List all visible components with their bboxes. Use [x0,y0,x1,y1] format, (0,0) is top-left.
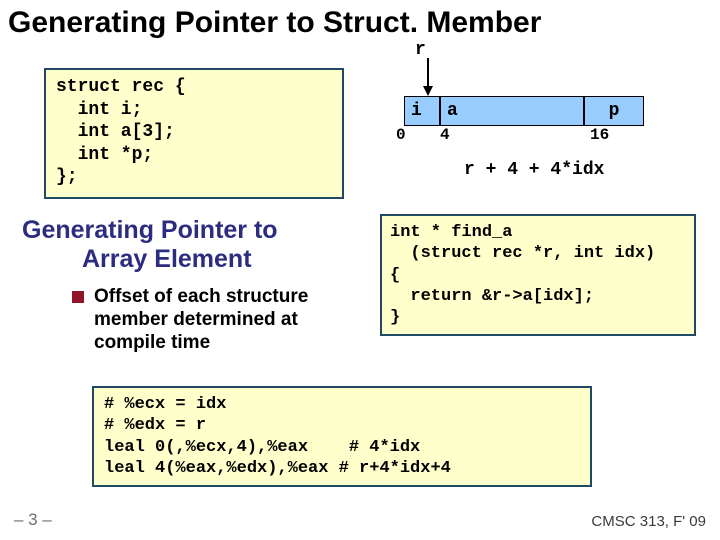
arrow-down-icon [421,58,435,98]
course-footer: CMSC 313, F' 09 [591,513,706,530]
assembly-code: # %ecx = idx # %edx = r leal 0(,%ecx,4),… [92,386,592,487]
offset-16: 16 [590,126,609,144]
subtitle-line1: Generating Pointer to [22,216,278,244]
struct-def-code: struct rec { int i; int a[3]; int *p; }; [44,68,344,199]
page-title: Generating Pointer to Struct. Member [0,0,720,40]
subtitle-line2: Array Element [22,245,352,274]
layout-cell-p: p [584,96,644,126]
offset-0: 0 [396,126,406,144]
bullet-item: Offset of each structure member determin… [72,286,362,354]
section-subtitle: Generating Pointer to Array Element [22,216,352,274]
square-bullet-icon [72,291,84,303]
struct-layout-diagram: i a p [404,96,644,126]
layout-cell-a: a [440,96,584,126]
address-formula: r + 4 + 4*idx [464,160,604,180]
find-a-code: int * find_a (struct rec *r, int idx) { … [380,214,696,336]
bullet-text: Offset of each structure member determin… [94,286,362,354]
offset-4: 4 [440,126,450,144]
r-pointer-label: r [415,40,426,60]
page-number: – 3 – [14,510,52,530]
layout-cell-i: i [404,96,440,126]
